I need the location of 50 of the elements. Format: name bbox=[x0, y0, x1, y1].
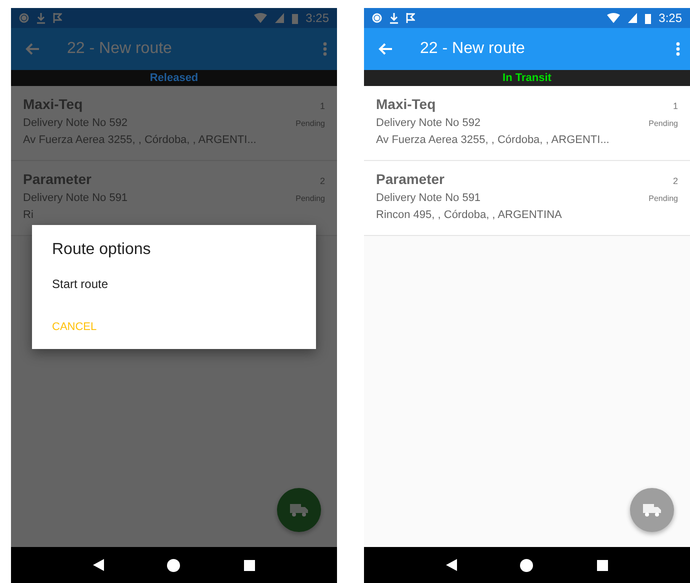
stop-status: Pending bbox=[648, 119, 678, 128]
truck-fab-button[interactable] bbox=[277, 488, 321, 532]
download-icon bbox=[390, 12, 398, 24]
back-icon[interactable] bbox=[446, 559, 457, 571]
stop-name: Maxi-Teq bbox=[376, 96, 436, 112]
truck-icon bbox=[290, 504, 308, 516]
flag-icon bbox=[406, 13, 415, 23]
clock-time: 3:25 bbox=[306, 11, 329, 25]
stop-address: Ri bbox=[23, 209, 34, 221]
delivery-note: Delivery Note No 591 bbox=[23, 192, 128, 204]
wifi-icon bbox=[606, 13, 620, 23]
stop-number: 1 bbox=[672, 101, 678, 111]
stop-status: Pending bbox=[648, 194, 678, 203]
route-status-label: Released bbox=[150, 72, 198, 84]
delivery-note: Delivery Note No 592 bbox=[23, 117, 128, 129]
stop-number: 2 bbox=[672, 176, 678, 186]
stop-name: Parameter bbox=[376, 171, 444, 187]
stop-address: Av Fuerza Aerea 3255, , Córdoba, , ARGENTI... bbox=[23, 134, 258, 146]
home-icon[interactable] bbox=[520, 558, 534, 572]
dialog-option[interactable]: Start route bbox=[52, 277, 108, 291]
recents-icon[interactable] bbox=[597, 560, 608, 570]
clock-time: 3:25 bbox=[658, 11, 682, 25]
stop-address: Av Fuerza Aerea 3255, , Córdoba, , ARGENTI... bbox=[376, 134, 610, 146]
wifi-icon bbox=[254, 13, 267, 23]
signal-icon bbox=[628, 13, 637, 23]
download-icon bbox=[37, 12, 45, 24]
back-icon[interactable] bbox=[92, 559, 104, 571]
screen-title: 22 - New route bbox=[420, 40, 526, 58]
truck-fab-button[interactable] bbox=[630, 488, 674, 532]
record-icon bbox=[372, 13, 382, 23]
screen-title: 22 - New route bbox=[67, 40, 173, 58]
route-status-label: In Transit bbox=[502, 72, 552, 84]
signal-icon bbox=[274, 13, 284, 23]
home-icon[interactable] bbox=[167, 558, 180, 572]
delivery-note: Delivery Note No 591 bbox=[376, 192, 481, 204]
battery-icon bbox=[644, 12, 651, 24]
dialog-title: Route options bbox=[52, 241, 151, 259]
stop-address: Rincon 495, , Córdoba, , ARGENTINA bbox=[376, 209, 563, 221]
back-arrow-icon[interactable] bbox=[378, 43, 392, 55]
stop-list-item[interactable]: Maxi-Teq 1 Delivery Note No 592 Pending Av Fuerza Aerea 3255, , Córdoba, , ARGENTI... bbox=[364, 86, 690, 161]
record-icon bbox=[19, 13, 29, 23]
stop-name: Maxi-Teq bbox=[23, 96, 83, 112]
flag-icon bbox=[53, 13, 62, 23]
recents-icon[interactable] bbox=[244, 560, 256, 570]
battery-icon bbox=[292, 12, 298, 24]
more-menu-icon[interactable] bbox=[676, 42, 680, 56]
stop-name: Parameter bbox=[23, 171, 92, 187]
truck-icon bbox=[643, 504, 661, 516]
stop-list-item[interactable]: Parameter 2 Delivery Note No 591 Pending Rincon 495, , Córdoba, , ARGENTINA bbox=[364, 161, 690, 236]
delivery-note: Delivery Note No 592 bbox=[376, 117, 481, 129]
